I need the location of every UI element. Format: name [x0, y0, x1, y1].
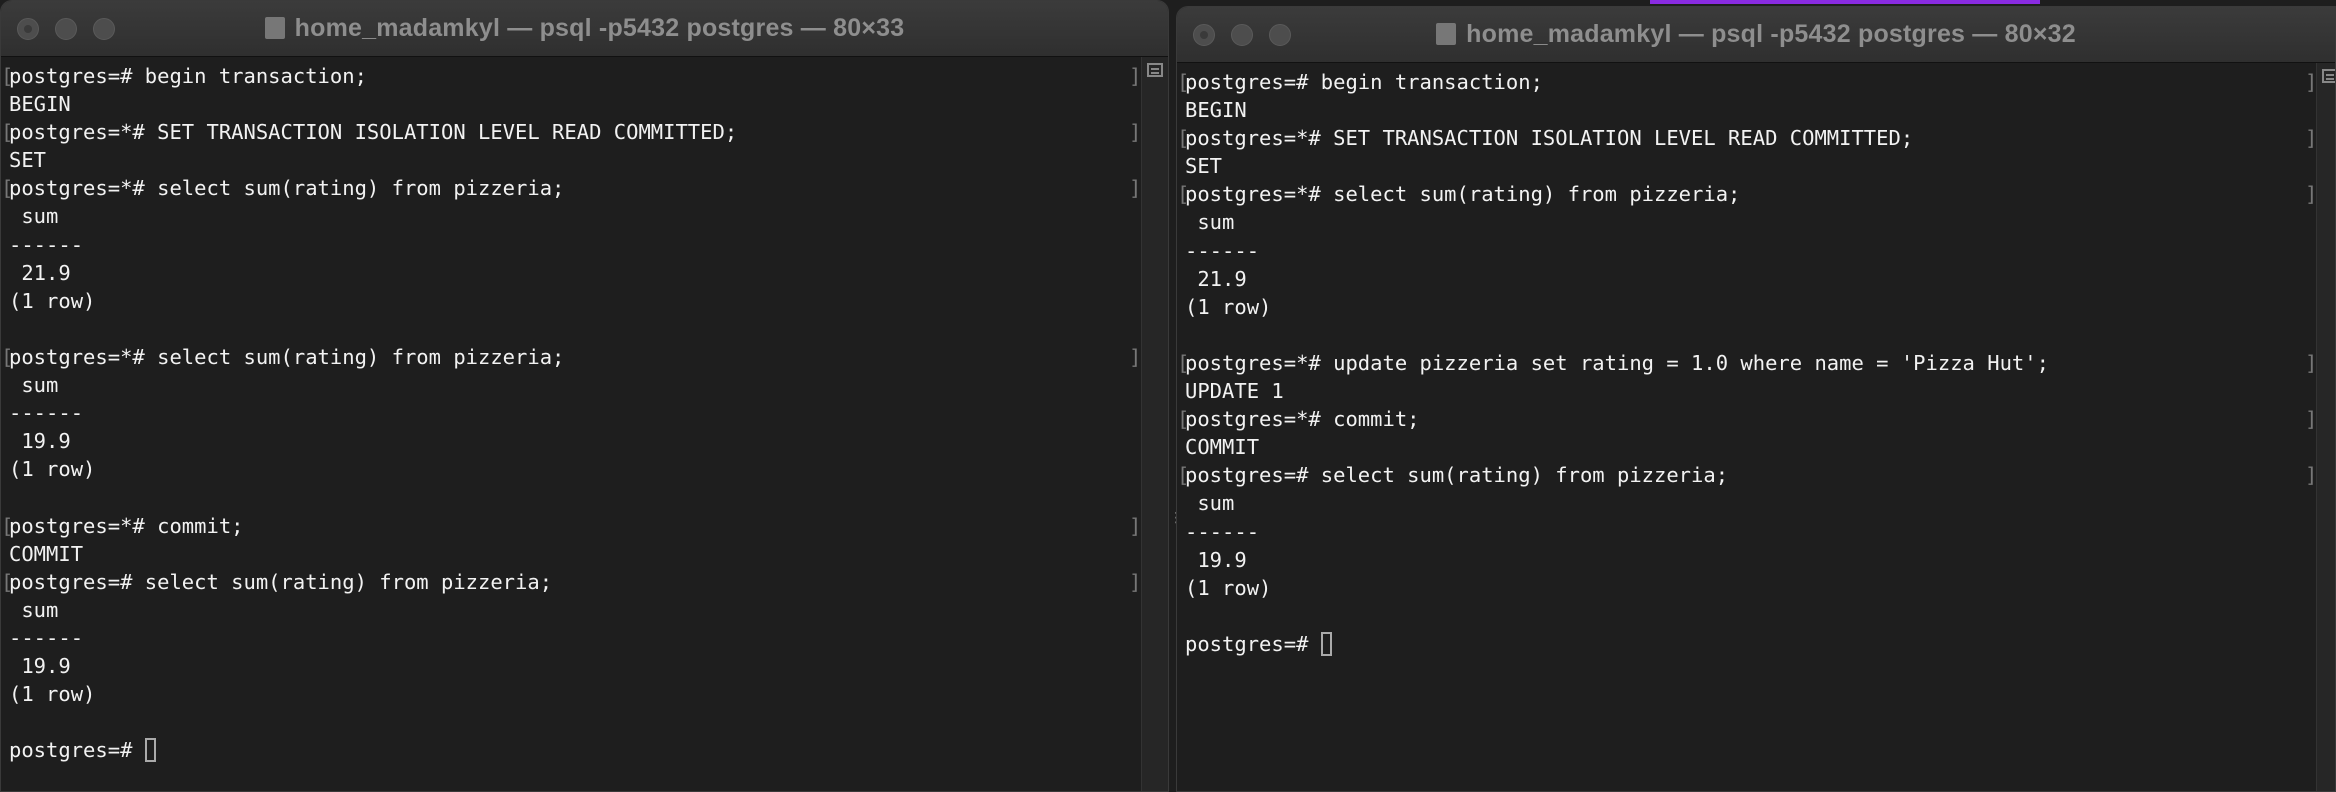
terminal-content[interactable]: postgres=# begin transaction;]BEGINpostg… — [1177, 63, 2335, 791]
split-menu-icon[interactable] — [2322, 69, 2335, 83]
output-line: ------ — [1185, 519, 1260, 544]
prompt-line: postgres=*# SET TRANSACTION ISOLATION LE… — [1177, 124, 2317, 152]
prompt-line: postgres=*# select sum(rating) from pizz… — [1, 174, 1141, 202]
output-line: 21.9 — [1185, 266, 1247, 291]
output-line: sum — [9, 204, 59, 229]
output-line: COMMIT — [1185, 435, 1260, 460]
output-line: (1 row) — [9, 682, 96, 707]
terminal-window-left[interactable]: home_madamkyl — psql -p5432 postgres — 8… — [0, 0, 1169, 792]
output-line: 19.9 — [9, 429, 71, 454]
scrollbar[interactable] — [2316, 63, 2335, 791]
output-line: UPDATE 1 — [1185, 379, 1284, 404]
terminal-output: postgres=# begin transaction;]BEGINpostg… — [1, 62, 1141, 764]
prompt-line: postgres=*# select sum(rating) from pizz… — [1, 343, 1141, 371]
output-line: 19.9 — [9, 653, 71, 678]
output-line: sum — [9, 373, 59, 398]
terminal-output: postgres=# begin transaction;]BEGINpostg… — [1177, 68, 2317, 658]
output-line: postgres=# — [1185, 630, 2049, 658]
prompt-line: postgres=*# SET TRANSACTION ISOLATION LE… — [1, 118, 1141, 146]
output-line: SET — [1185, 154, 1223, 179]
split-handle[interactable]: ⋮ — [1169, 510, 1183, 530]
output-line: sum — [9, 597, 59, 622]
prompt-line: postgres=*# update pizzeria set rating =… — [1177, 349, 2317, 377]
output-line: COMMIT — [9, 541, 84, 566]
output-line: (1 row) — [1185, 575, 1272, 600]
line-mark-bracket: ] — [1129, 513, 1142, 538]
output-line: postgres=# — [9, 736, 737, 764]
prompt-line: postgres=# select sum(rating) from pizze… — [1, 568, 1141, 596]
output-line: 21.9 — [9, 260, 71, 285]
line-mark-bracket: ] — [1129, 344, 1142, 369]
line-mark-bracket: ] — [1129, 176, 1142, 201]
folder-icon — [1436, 23, 1457, 45]
output-line: ------ — [9, 401, 84, 426]
prompt-line: postgres=*# commit;] — [1, 512, 1141, 540]
output-line: ------ — [9, 232, 84, 257]
folder-icon — [264, 17, 285, 39]
window-title: home_madamkyl — psql -p5432 postgres — 8… — [1177, 20, 2335, 49]
background-accent-strip — [1650, 0, 2040, 4]
output-line: (1 row) — [1185, 294, 1272, 319]
output-line: BEGIN — [9, 92, 71, 117]
prompt-line: postgres=*# commit;] — [1177, 405, 2317, 433]
titlebar[interactable]: home_madamkyl — psql -p5432 postgres — 8… — [1, 1, 1168, 57]
line-mark-bracket: ] — [1129, 120, 1142, 145]
scrollbar[interactable] — [1141, 57, 1168, 791]
output-line: 19.9 — [1185, 547, 1247, 572]
text-cursor — [144, 738, 156, 763]
output-line: ------ — [1185, 238, 1260, 263]
output-line: sum — [1185, 491, 1235, 516]
split-menu-icon[interactable] — [1147, 63, 1163, 77]
output-line: sum — [1185, 210, 1235, 235]
terminal-window-right[interactable]: home_madamkyl — psql -p5432 postgres — 8… — [1176, 6, 2336, 792]
text-cursor — [1320, 631, 1332, 656]
prompt-line: postgres=# begin transaction;] — [1177, 68, 2317, 96]
output-line: SET — [9, 148, 47, 173]
prompt-line: postgres=# begin transaction;] — [1, 62, 1141, 90]
prompt-line: postgres=*# select sum(rating) from pizz… — [1177, 180, 2317, 208]
line-mark-bracket: ] — [1129, 569, 1142, 594]
terminal-content[interactable]: postgres=# begin transaction;]BEGINpostg… — [1, 57, 1168, 791]
line-mark-bracket: ] — [1129, 64, 1142, 88]
output-line: (1 row) — [9, 288, 96, 313]
titlebar[interactable]: home_madamkyl — psql -p5432 postgres — 8… — [1177, 7, 2335, 63]
prompt-line: postgres=# select sum(rating) from pizze… — [1177, 461, 2317, 489]
output-line: BEGIN — [1185, 98, 1247, 123]
window-title: home_madamkyl — psql -p5432 postgres — 8… — [1, 14, 1168, 43]
output-line: ------ — [9, 625, 84, 650]
output-line: (1 row) — [9, 457, 96, 482]
